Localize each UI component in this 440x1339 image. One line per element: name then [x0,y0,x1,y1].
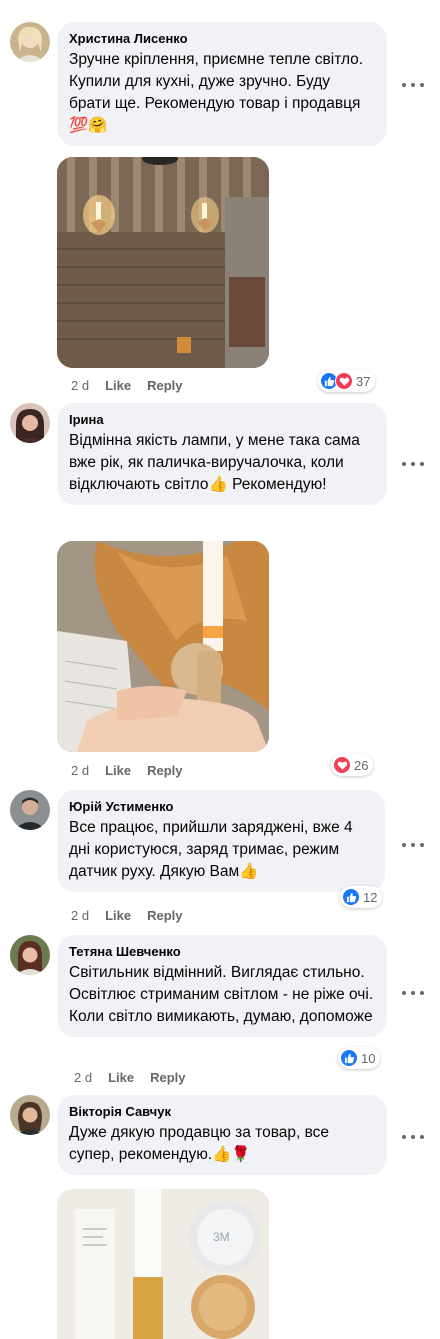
more-options-icon[interactable] [402,988,424,998]
comment-text: Світильник відмінний. Виглядає стильно. … [69,964,374,1025]
more-options-icon[interactable] [402,459,424,469]
more-options-icon[interactable] [402,80,424,90]
comment-text: Відмінна якість лампи, у мене така сама … [69,432,360,493]
like-icon [342,888,360,906]
comment-bubble: Тетяна Шевченко Світильник відмінний. Ви… [57,935,387,1037]
comment-photo[interactable] [57,541,269,752]
reply-button[interactable]: Reply [147,908,182,923]
avatar[interactable] [10,22,50,62]
like-button[interactable]: Like [105,378,131,393]
reaction-count: 26 [354,757,369,773]
love-icon [335,372,353,390]
comment-bubble: Юрій Устименко Все працює, прийшли заряд… [57,790,385,892]
reaction-summary[interactable]: 10 [338,1047,381,1069]
comment-actions: 2 d Like Reply [71,763,199,778]
comment-timestamp[interactable]: 2 d [71,908,89,923]
svg-text:3M: 3M [213,1230,230,1244]
love-icon [333,756,351,774]
comment-photo[interactable]: 3M [57,1189,269,1339]
reaction-count: 37 [356,373,371,389]
reply-button[interactable]: Reply [150,1070,185,1085]
reply-button[interactable]: Reply [147,378,182,393]
avatar[interactable] [10,403,50,443]
comment-photo[interactable] [57,157,269,368]
comment-actions: 2 d Like Reply [71,908,199,923]
avatar[interactable] [10,790,50,830]
like-button[interactable]: Like [105,908,131,923]
avatar[interactable] [10,1095,50,1135]
like-button[interactable]: Like [105,763,131,778]
reaction-summary[interactable]: 12 [340,886,383,908]
comment-timestamp[interactable]: 2 d [74,1070,92,1085]
like-icon [340,1049,358,1067]
comment-timestamp[interactable]: 2 d [71,763,89,778]
comment-author[interactable]: Вікторія Савчук [69,1103,375,1120]
comment-author[interactable]: Христина Лисенко [69,30,375,47]
like-button[interactable]: Like [108,1070,134,1085]
comment-actions: 2 d Like Reply [71,378,199,393]
reaction-count: 12 [363,889,378,905]
more-options-icon[interactable] [402,1132,424,1142]
reaction-summary[interactable]: 37 [318,370,376,392]
reaction-count: 10 [361,1050,376,1066]
comment-actions: 2 d Like Reply [74,1070,202,1085]
reply-button[interactable]: Reply [147,763,182,778]
comment-bubble: Христина Лисенко Зручне кріплення, приєм… [57,22,387,146]
comment-bubble: Ірина Відмінна якість лампи, у мене така… [57,403,387,505]
comment-bubble: Вікторія Савчук Дуже дякую продавцю за т… [57,1095,387,1175]
comment-author[interactable]: Ірина [69,411,375,428]
comment-timestamp[interactable]: 2 d [71,378,89,393]
comment-author[interactable]: Тетяна Шевченко [69,943,375,960]
comment-text: Все працює, прийшли заряджені, вже 4 дні… [69,819,353,880]
more-options-icon[interactable] [402,840,424,850]
comment-text: Дуже дякую продавцю за товар, все супер,… [69,1124,330,1163]
comment-text: Зручне кріплення, приємне тепле світло. … [69,51,364,134]
comment-author[interactable]: Юрій Устименко [69,798,373,815]
avatar[interactable] [10,935,50,975]
reaction-summary[interactable]: 26 [331,754,374,776]
